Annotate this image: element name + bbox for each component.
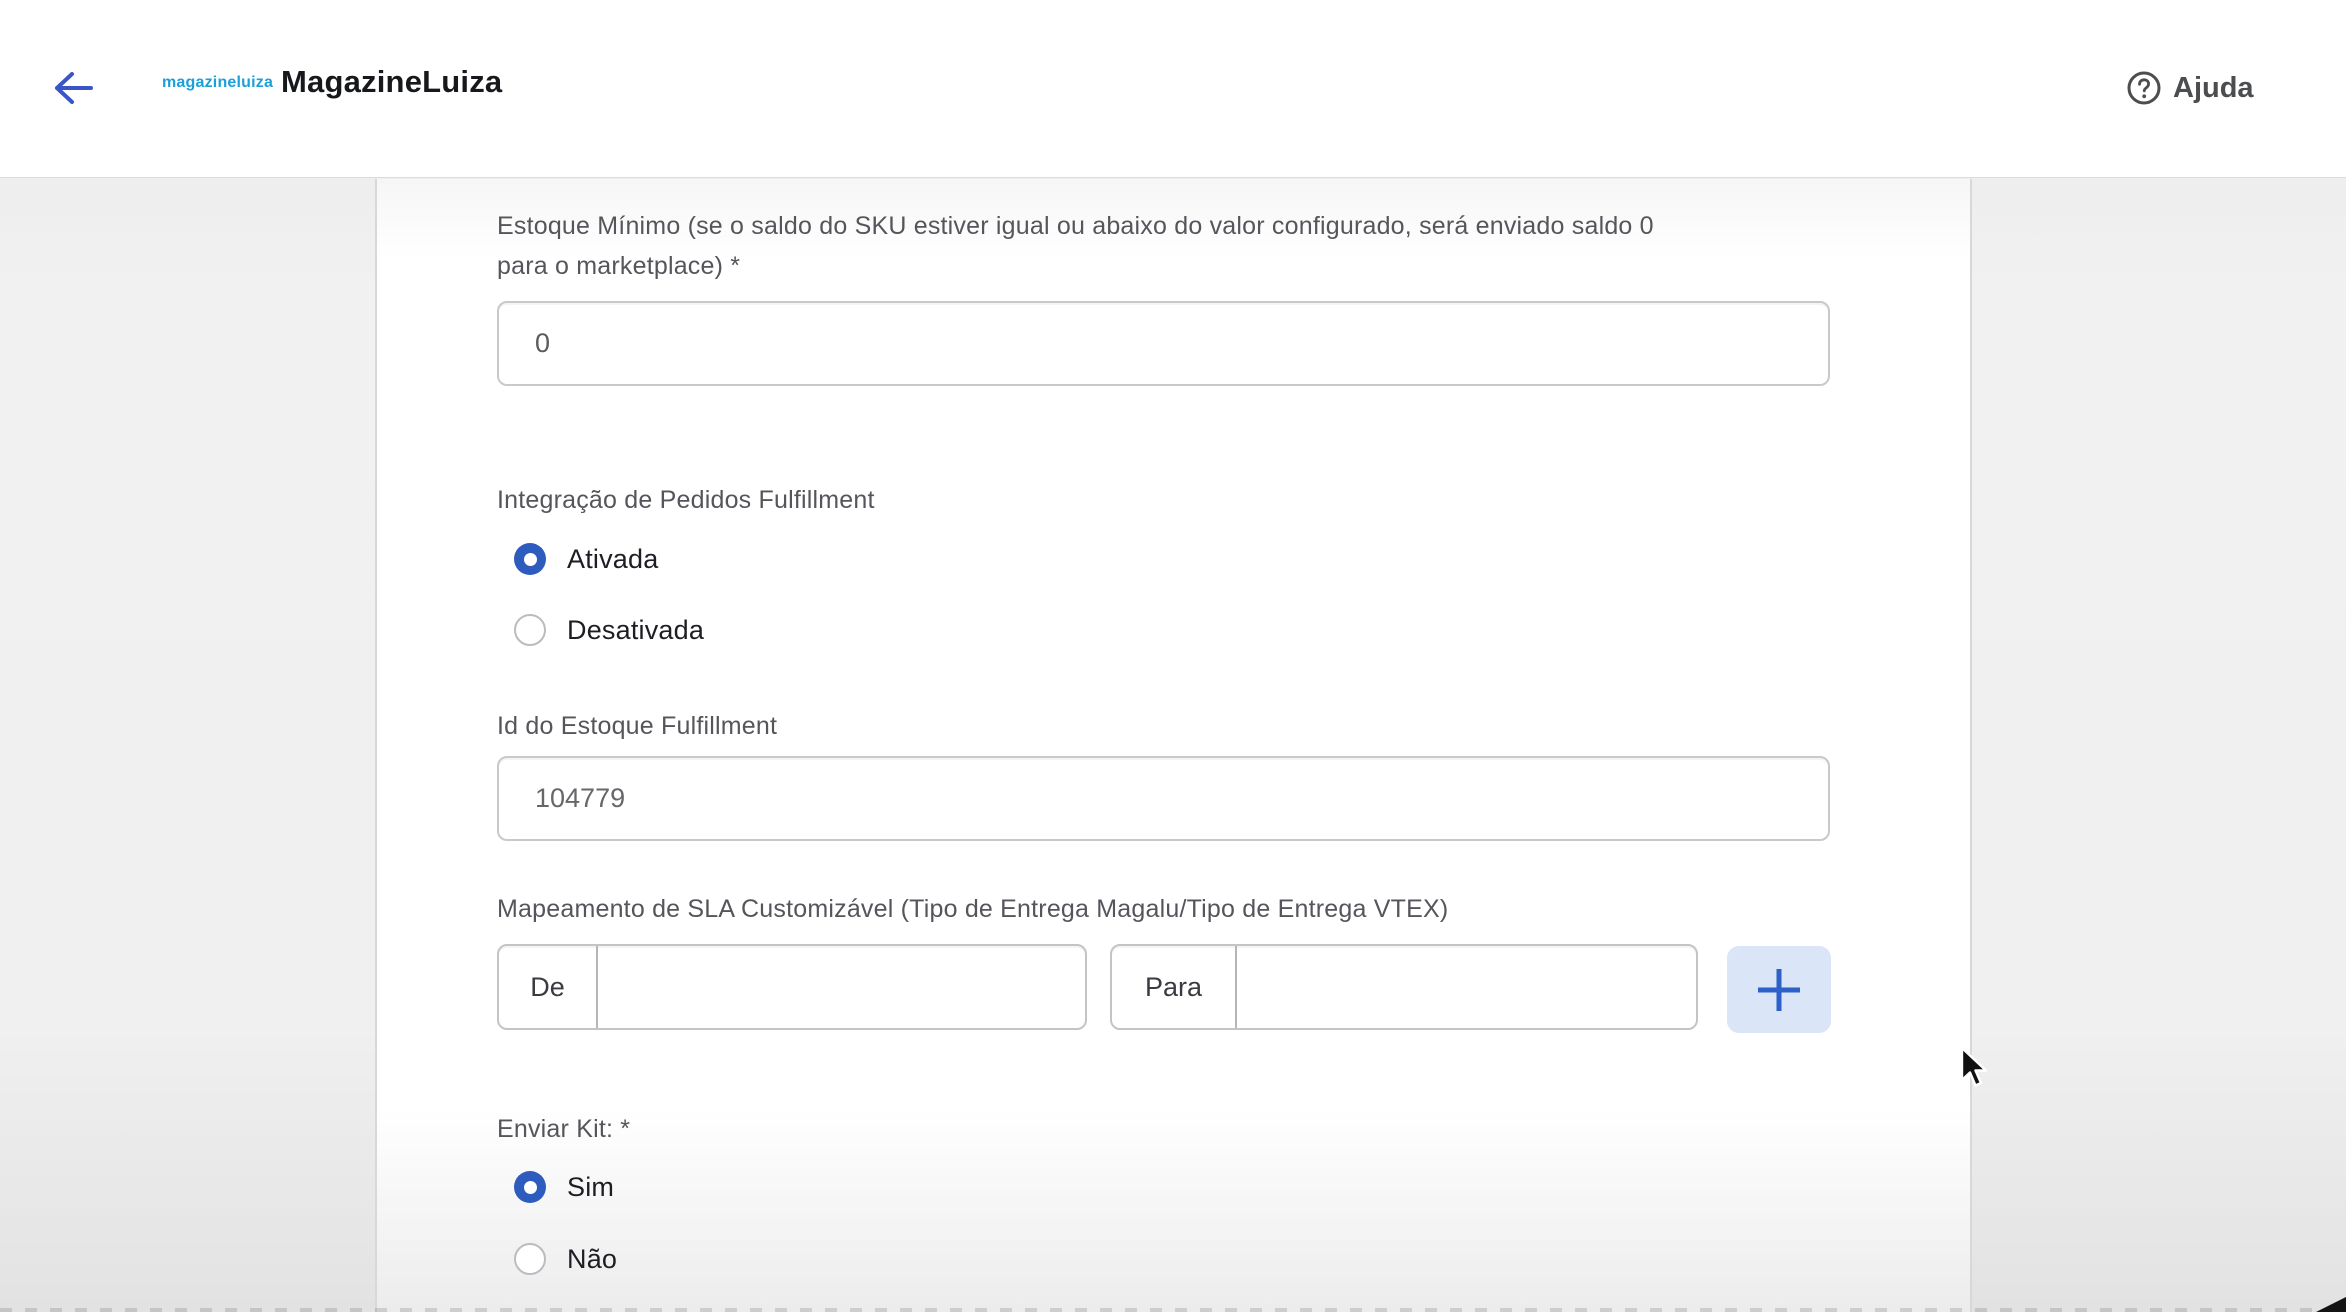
integracao-pedidos-label: Integração de Pedidos Fulfillment [497, 480, 875, 520]
id-estoque-input[interactable] [497, 756, 1830, 841]
corner-wedge-artifact [2316, 1297, 2346, 1312]
sla-de-input[interactable] [598, 946, 1085, 1028]
radio-option-nao[interactable]: Não [514, 1243, 617, 1275]
app-header: magazineluiza MagazineLuiza Ajuda [0, 0, 2346, 178]
question-circle-icon [2126, 70, 2162, 106]
sla-para-group: Para [1110, 944, 1698, 1030]
radio-ativada-icon[interactable] [514, 543, 546, 575]
add-sla-mapping-button[interactable] [1727, 946, 1831, 1033]
bottom-tick-artifact [0, 1308, 2346, 1312]
estoque-minimo-input[interactable] [497, 301, 1830, 386]
radio-nao-label: Não [567, 1244, 617, 1275]
sla-de-group: De [497, 944, 1087, 1030]
id-estoque-label: Id do Estoque Fulfillment [497, 706, 777, 746]
radio-option-sim[interactable]: Sim [514, 1171, 614, 1203]
mouse-cursor [1958, 1046, 1992, 1097]
radio-sim-icon[interactable] [514, 1171, 546, 1203]
help-button[interactable]: Ajuda [2126, 66, 2254, 110]
sla-mapping-label: Mapeamento de SLA Customizável (Tipo de … [497, 889, 1947, 929]
help-label: Ajuda [2173, 72, 2254, 105]
radio-ativada-label: Ativada [567, 544, 658, 575]
sla-de-prefix: De [499, 946, 598, 1028]
radio-desativada-label: Desativada [567, 615, 704, 646]
radio-option-ativada[interactable]: Ativada [514, 543, 658, 575]
estoque-minimo-label: Estoque Mínimo (se o saldo do SKU estive… [497, 206, 1897, 286]
sla-para-prefix: Para [1112, 946, 1237, 1028]
radio-sim-label: Sim [567, 1172, 614, 1203]
back-button[interactable] [50, 66, 94, 110]
radio-option-desativada[interactable]: Desativada [514, 614, 704, 646]
page-title: MagazineLuiza [281, 64, 502, 100]
plus-icon [1755, 966, 1803, 1014]
radio-desativada-icon[interactable] [514, 614, 546, 646]
sla-para-input[interactable] [1237, 946, 1696, 1028]
radio-nao-icon[interactable] [514, 1243, 546, 1275]
arrow-left-icon [50, 71, 94, 105]
marketplace-logo: magazineluiza [162, 74, 273, 92]
enviar-kit-label: Enviar Kit: * [497, 1109, 630, 1149]
